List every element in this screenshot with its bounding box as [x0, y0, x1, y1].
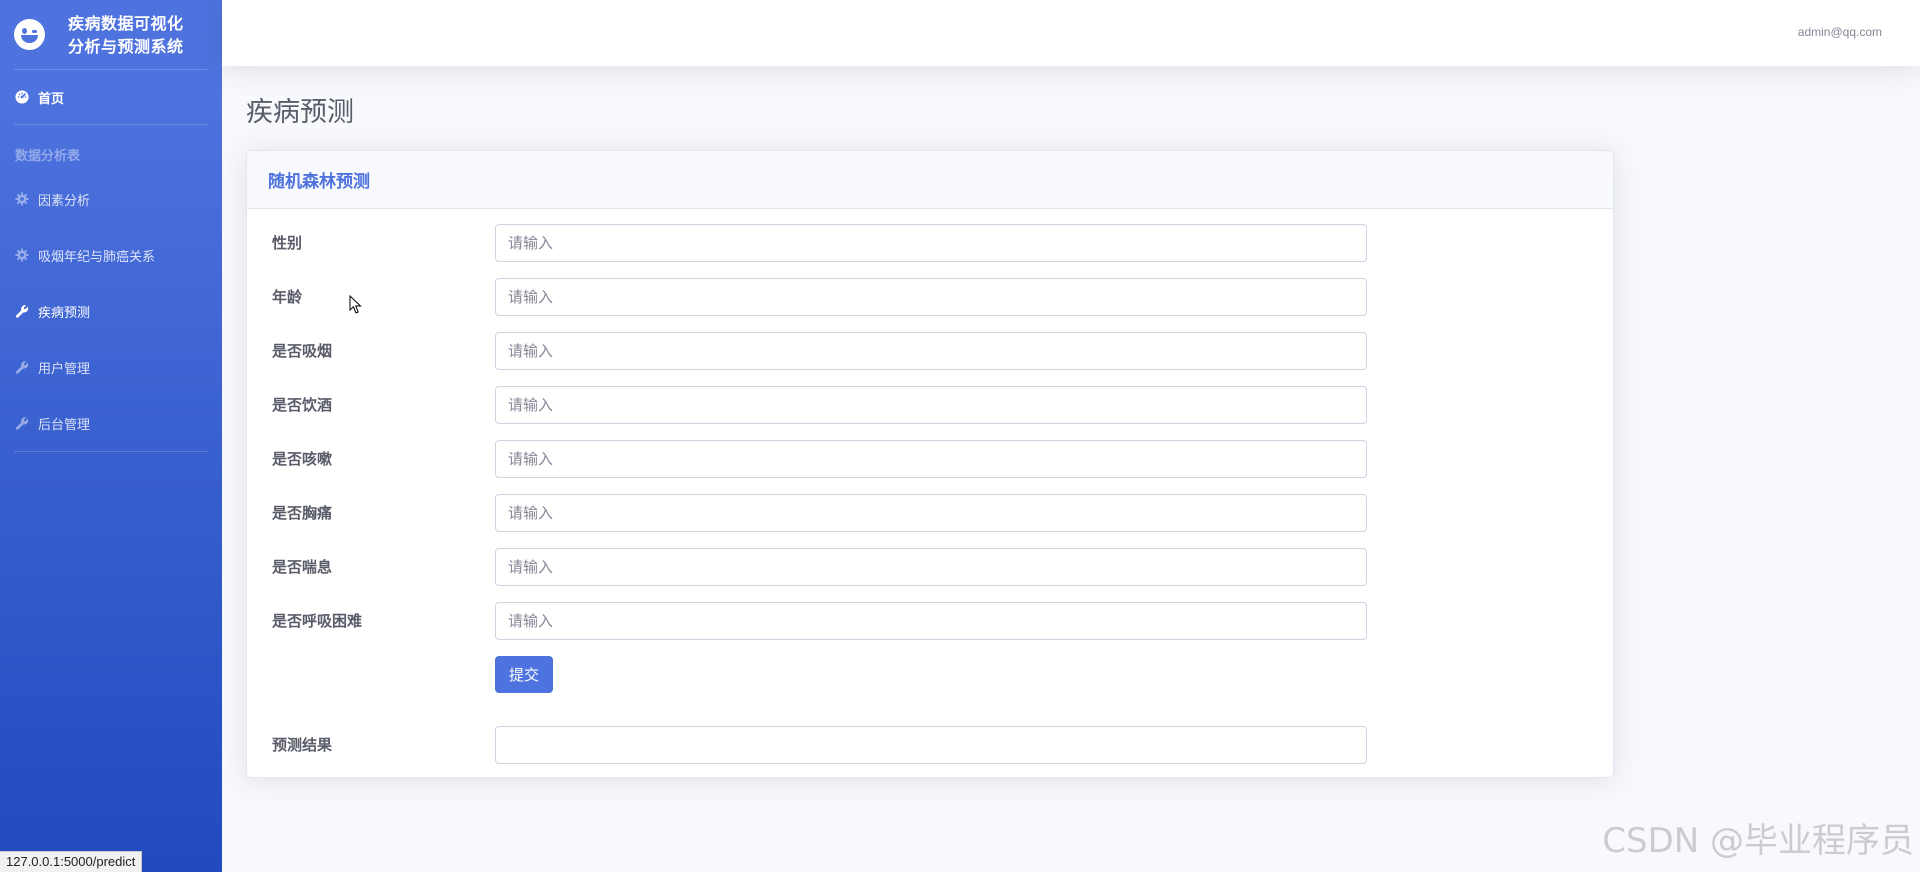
sidebar-item-disease-prediction[interactable]: 疾病预测 — [0, 283, 222, 339]
sidebar-item-label: 吸烟年纪与肺癌关系 — [38, 249, 156, 265]
wrench-icon — [15, 416, 29, 430]
cog-icon — [15, 248, 29, 262]
prediction-card: 随机森林预测 性别 年龄 是否吸烟 是否饮酒 是否咳嗽 是否胸痛 是否喘息 是否… — [246, 150, 1614, 778]
chest-pain-input[interactable] — [495, 494, 1367, 532]
form-row-gender: 性别 — [247, 224, 1613, 262]
sidebar-item-label: 用户管理 — [38, 361, 91, 377]
breathing-difficulty-input[interactable] — [495, 602, 1367, 640]
field-label: 是否吸烟 — [272, 342, 333, 360]
laugh-wink-icon — [14, 19, 45, 50]
status-bar-url: 127.0.0.1:5000/predict — [0, 851, 143, 872]
sidebar-item-smoking-age-lung-cancer[interactable]: 吸烟年纪与肺癌关系 — [0, 227, 222, 283]
topbar: admin@qq.com — [222, 0, 1920, 66]
brand-title: 疾病数据可视化 分析与预测系统 — [68, 12, 184, 58]
field-label: 性别 — [272, 234, 303, 252]
coughing-input[interactable] — [495, 440, 1367, 478]
sidebar-item-label: 首页 — [38, 91, 65, 107]
wheezing-input[interactable] — [495, 548, 1367, 586]
smoking-input[interactable] — [495, 332, 1367, 370]
field-label: 是否咳嗽 — [272, 450, 333, 468]
form-row-drinking: 是否饮酒 — [247, 386, 1613, 424]
field-label: 是否喘息 — [272, 558, 333, 576]
sidebar-item-factor-analysis[interactable]: 因素分析 — [0, 171, 222, 227]
result-label: 预测结果 — [272, 736, 333, 754]
field-label: 是否饮酒 — [272, 396, 333, 414]
sidebar-item-label: 疾病预测 — [38, 305, 91, 321]
result-field[interactable] — [495, 726, 1367, 764]
form-row-result: 预测结果 — [247, 726, 1613, 764]
form-row-smoking: 是否吸烟 — [247, 332, 1613, 370]
sidebar-item-admin[interactable]: 后台管理 — [0, 395, 222, 451]
submit-button[interactable]: 提交 — [495, 656, 553, 693]
page-title: 疾病预测 — [246, 97, 354, 128]
form-row-chest-pain: 是否胸痛 — [247, 494, 1613, 532]
sidebar-item-home[interactable]: 首页 — [0, 70, 222, 124]
field-label: 是否胸痛 — [272, 504, 333, 522]
card-title: 随机森林预测 — [268, 172, 370, 192]
brand-title-line2: 分析与预测系统 — [68, 36, 184, 56]
cog-icon — [15, 192, 29, 206]
gender-input[interactable] — [495, 224, 1367, 262]
wrench-icon — [15, 304, 29, 318]
form-row-age: 年龄 — [247, 278, 1613, 316]
sidebar-divider — [14, 451, 208, 452]
sidebar-heading: 数据分析表 — [15, 149, 81, 164]
sidebar-item-user-management[interactable]: 用户管理 — [0, 339, 222, 395]
field-label: 年龄 — [272, 288, 303, 306]
sidebar: 疾病数据可视化 分析与预测系统 首页 数据分析表 因素分析 吸烟年纪与肺癌关系 … — [0, 0, 222, 872]
form-row-coughing: 是否咳嗽 — [247, 440, 1613, 478]
form-row-wheezing: 是否喘息 — [247, 548, 1613, 586]
brand-link[interactable]: 疾病数据可视化 分析与预测系统 — [0, 0, 222, 69]
sidebar-item-label: 因素分析 — [38, 193, 91, 209]
user-email[interactable]: admin@qq.com — [1798, 25, 1882, 39]
card-header: 随机森林预测 — [247, 151, 1613, 209]
field-label: 是否呼吸困难 — [272, 612, 363, 630]
sidebar-item-label: 后台管理 — [38, 417, 91, 433]
watermark: CSDN @毕业程序员 — [1602, 821, 1914, 861]
brand-title-line1: 疾病数据可视化 — [68, 13, 184, 33]
wrench-icon — [15, 360, 29, 374]
tachometer-icon — [15, 90, 29, 104]
form-row-breathing-difficulty: 是否呼吸困难 — [247, 602, 1613, 640]
drinking-input[interactable] — [495, 386, 1367, 424]
age-input[interactable] — [495, 278, 1367, 316]
mouse-cursor-icon — [349, 295, 362, 314]
